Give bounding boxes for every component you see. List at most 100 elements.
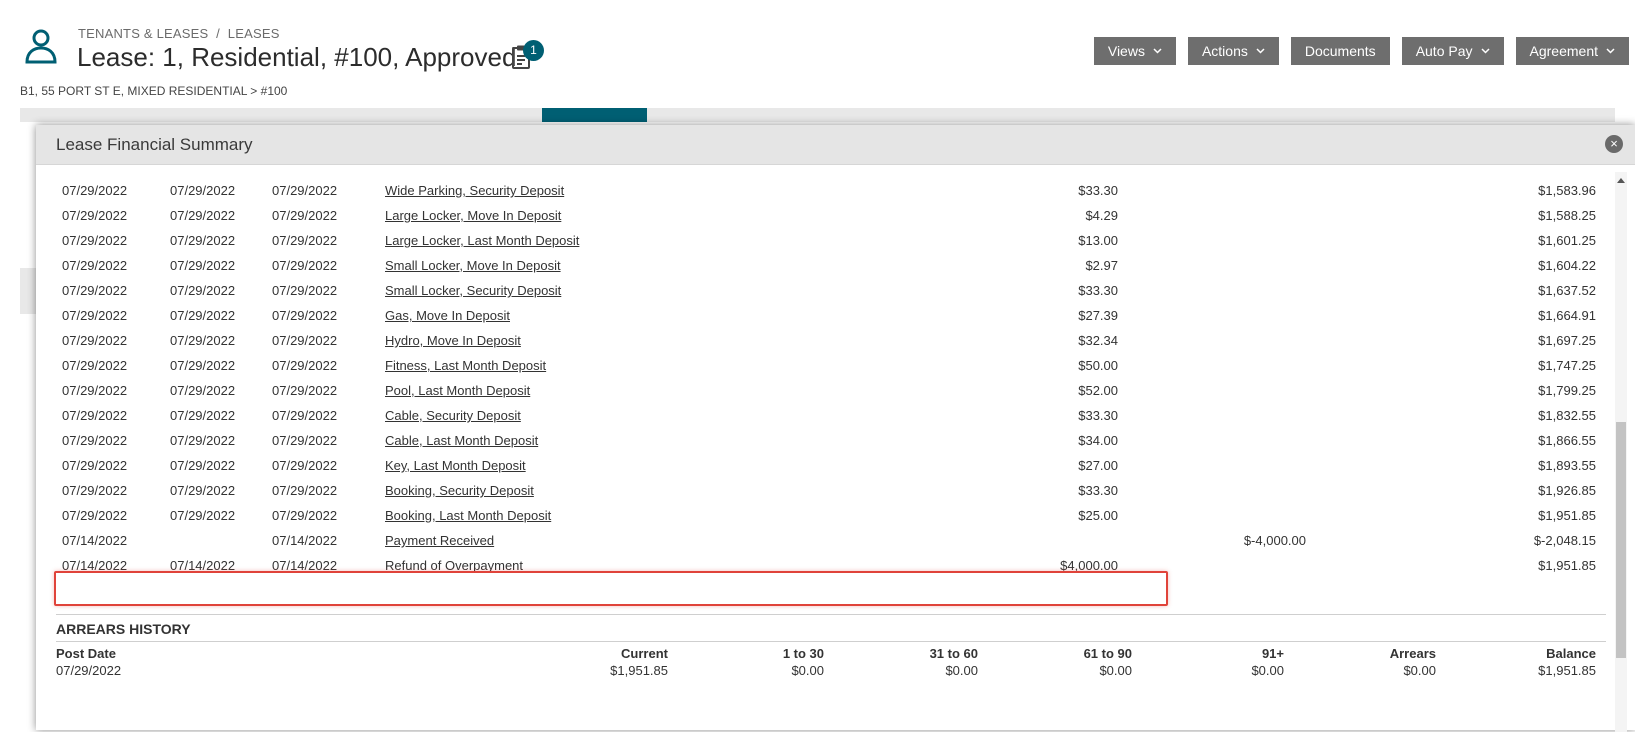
ledger-charge: $27.39 — [1078, 308, 1118, 323]
table-row: 07/29/2022 07/29/2022 07/29/2022 Fitness, L… — [36, 353, 1606, 379]
agreement-button[interactable]: Agreement — [1515, 37, 1629, 65]
table-row: 07/29/2022 07/29/2022 07/29/2022 Cable, Las… — [36, 428, 1606, 454]
ledger-balance: $1,583.96 — [1538, 183, 1596, 198]
ledger-trans-date: 07/14/2022 — [272, 533, 338, 548]
ledger-charge: $2.97 — [1085, 258, 1118, 273]
arrears-31-to-60: $0.00 — [945, 663, 978, 678]
ledger-due-date: 07/29/2022 — [170, 183, 236, 198]
header-91-plus: 91+ — [1261, 646, 1284, 661]
header-balance: Balance — [1546, 646, 1596, 661]
agreement-label: Agreement — [1529, 43, 1598, 59]
ledger-post-date: 07/29/2022 — [62, 283, 128, 298]
breadcrumb-leases[interactable]: LEASES — [228, 26, 280, 41]
ledger-due-date: 07/29/2022 — [170, 383, 236, 398]
header-31-to-60: 31 to 60 — [929, 646, 978, 661]
ledger-post-date: 07/29/2022 — [62, 308, 128, 323]
ledger-balance: $1,588.25 — [1538, 208, 1596, 223]
ledger-payment: $-4,000.00 — [1243, 533, 1306, 548]
ledger-description-link[interactable]: Cable, Security Deposit — [385, 408, 521, 423]
modal-scrollbar[interactable] — [1615, 172, 1627, 732]
ledger-description-link[interactable]: Pool, Last Month Deposit — [385, 383, 530, 398]
ledger-balance: $1,926.85 — [1538, 483, 1596, 498]
ledger-post-date: 07/29/2022 — [62, 458, 128, 473]
table-row: 07/29/2022 07/29/2022 07/29/2022 Small Lock… — [36, 278, 1606, 304]
ledger-balance: $1,747.25 — [1538, 358, 1596, 373]
ledger-balance: $1,697.25 — [1538, 333, 1596, 348]
ledger-post-date: 07/29/2022 — [62, 208, 128, 223]
property-path: B1, 55 PORT ST E, MIXED RESIDENTIAL > #1… — [20, 84, 288, 98]
chevron-down-icon — [1480, 48, 1490, 54]
views-button[interactable]: Views — [1093, 37, 1176, 65]
table-row: 07/29/2022 07/29/2022 07/29/2022 Large Lock… — [36, 203, 1606, 229]
documents-button[interactable]: Documents — [1290, 37, 1390, 65]
ledger-description-link[interactable]: Booking, Last Month Deposit — [385, 508, 551, 523]
ledger-post-date: 07/29/2022 — [62, 508, 128, 523]
ledger-trans-date: 07/29/2022 — [272, 408, 338, 423]
ledger-charge: $32.34 — [1078, 333, 1118, 348]
ledger-description-link[interactable]: Large Locker, Move In Deposit — [385, 208, 561, 223]
ledger-post-date: 07/29/2022 — [62, 233, 128, 248]
actions-label: Actions — [1201, 43, 1248, 59]
ledger-post-date: 07/29/2022 — [62, 483, 128, 498]
ledger-description-link[interactable]: Hydro, Move In Deposit — [385, 333, 521, 348]
ledger-balance: $1,832.55 — [1538, 408, 1596, 423]
ledger-description-link[interactable]: Payment Received — [385, 533, 494, 548]
ledger-due-date: 07/29/2022 — [170, 333, 236, 348]
ledger-charge: $4.29 — [1085, 208, 1118, 223]
ledger-due-date: 07/29/2022 — [170, 283, 236, 298]
ledger-description-link[interactable]: Small Locker, Move In Deposit — [385, 258, 561, 273]
scroll-thumb[interactable] — [1616, 422, 1626, 658]
ledger-charge: $33.30 — [1078, 483, 1118, 498]
background-tab-strip — [20, 108, 1615, 122]
arrears-current: $1,951.85 — [610, 663, 668, 678]
ledger-balance: $-2,048.15 — [1533, 533, 1596, 548]
scroll-up-arrow-icon[interactable] — [1617, 178, 1625, 183]
background-active-tab — [542, 108, 647, 122]
ledger-post-date: 07/29/2022 — [62, 433, 128, 448]
ledger-description-link[interactable]: Cable, Last Month Deposit — [385, 433, 538, 448]
close-icon[interactable]: × — [1605, 135, 1623, 153]
modal-header: Lease Financial Summary × — [36, 125, 1635, 165]
ledger-balance: $1,799.25 — [1538, 383, 1596, 398]
ledger-divider — [56, 614, 1606, 615]
ledger-due-date: 07/29/2022 — [170, 483, 236, 498]
table-row: 07/29/2022 07/29/2022 07/29/2022 Pool, Last… — [36, 378, 1606, 404]
arrears-history-title: ARREARS HISTORY — [56, 621, 191, 637]
lease-financial-summary-modal: Lease Financial Summary × 07/29/2022 07/2… — [36, 125, 1635, 732]
notes-button[interactable]: 1 — [511, 40, 544, 72]
ledger-trans-date: 07/29/2022 — [272, 233, 338, 248]
auto-pay-button[interactable]: Auto Pay — [1401, 37, 1504, 65]
ledger-description-link[interactable]: Large Locker, Last Month Deposit — [385, 233, 579, 248]
ledger-balance: $1,637.52 — [1538, 283, 1596, 298]
ledger-balance: $1,951.85 — [1538, 508, 1596, 523]
table-row: 07/29/2022 07/29/2022 07/29/2022 Booking, L… — [36, 503, 1606, 529]
ledger-trans-date: 07/29/2022 — [272, 508, 338, 523]
table-row: 07/29/2022 07/29/2022 07/29/2022 Cable, Sec… — [36, 403, 1606, 429]
ledger-trans-date: 07/29/2022 — [272, 183, 338, 198]
actions-button[interactable]: Actions — [1187, 37, 1279, 65]
table-row: 07/29/2022 07/29/2022 07/29/2022 Booking, S… — [36, 478, 1606, 504]
arrears-divider — [56, 641, 1606, 642]
ledger-charge: $25.00 — [1078, 508, 1118, 523]
ledger-description-link[interactable]: Key, Last Month Deposit — [385, 458, 526, 473]
chevron-down-icon — [1606, 48, 1615, 54]
arrears-61-to-90: $0.00 — [1099, 663, 1132, 678]
ledger-due-date: 07/29/2022 — [170, 408, 236, 423]
views-label: Views — [1107, 43, 1145, 59]
ledger-due-date: 07/29/2022 — [170, 433, 236, 448]
ledger-post-date: 07/29/2022 — [62, 358, 128, 373]
ledger-charge: $33.30 — [1078, 183, 1118, 198]
ledger-description-link[interactable]: Booking, Security Deposit — [385, 483, 534, 498]
breadcrumb-tenants-leases[interactable]: TENANTS & LEASES — [78, 26, 208, 41]
ledger-charge: $34.00 — [1078, 433, 1118, 448]
ledger-balance: $1,893.55 — [1538, 458, 1596, 473]
ledger-description-link[interactable]: Wide Parking, Security Deposit — [385, 183, 564, 198]
ledger-description-link[interactable]: Gas, Move In Deposit — [385, 308, 510, 323]
ledger-description-link[interactable]: Fitness, Last Month Deposit — [385, 358, 546, 373]
ledger-description-link[interactable]: Small Locker, Security Deposit — [385, 283, 561, 298]
breadcrumb: TENANTS & LEASES / LEASES — [78, 26, 280, 41]
ledger-post-date: 07/29/2022 — [62, 408, 128, 423]
chevron-down-icon — [1256, 48, 1265, 54]
ledger-due-date: 07/29/2022 — [170, 258, 236, 273]
ledger-post-date: 07/29/2022 — [62, 383, 128, 398]
